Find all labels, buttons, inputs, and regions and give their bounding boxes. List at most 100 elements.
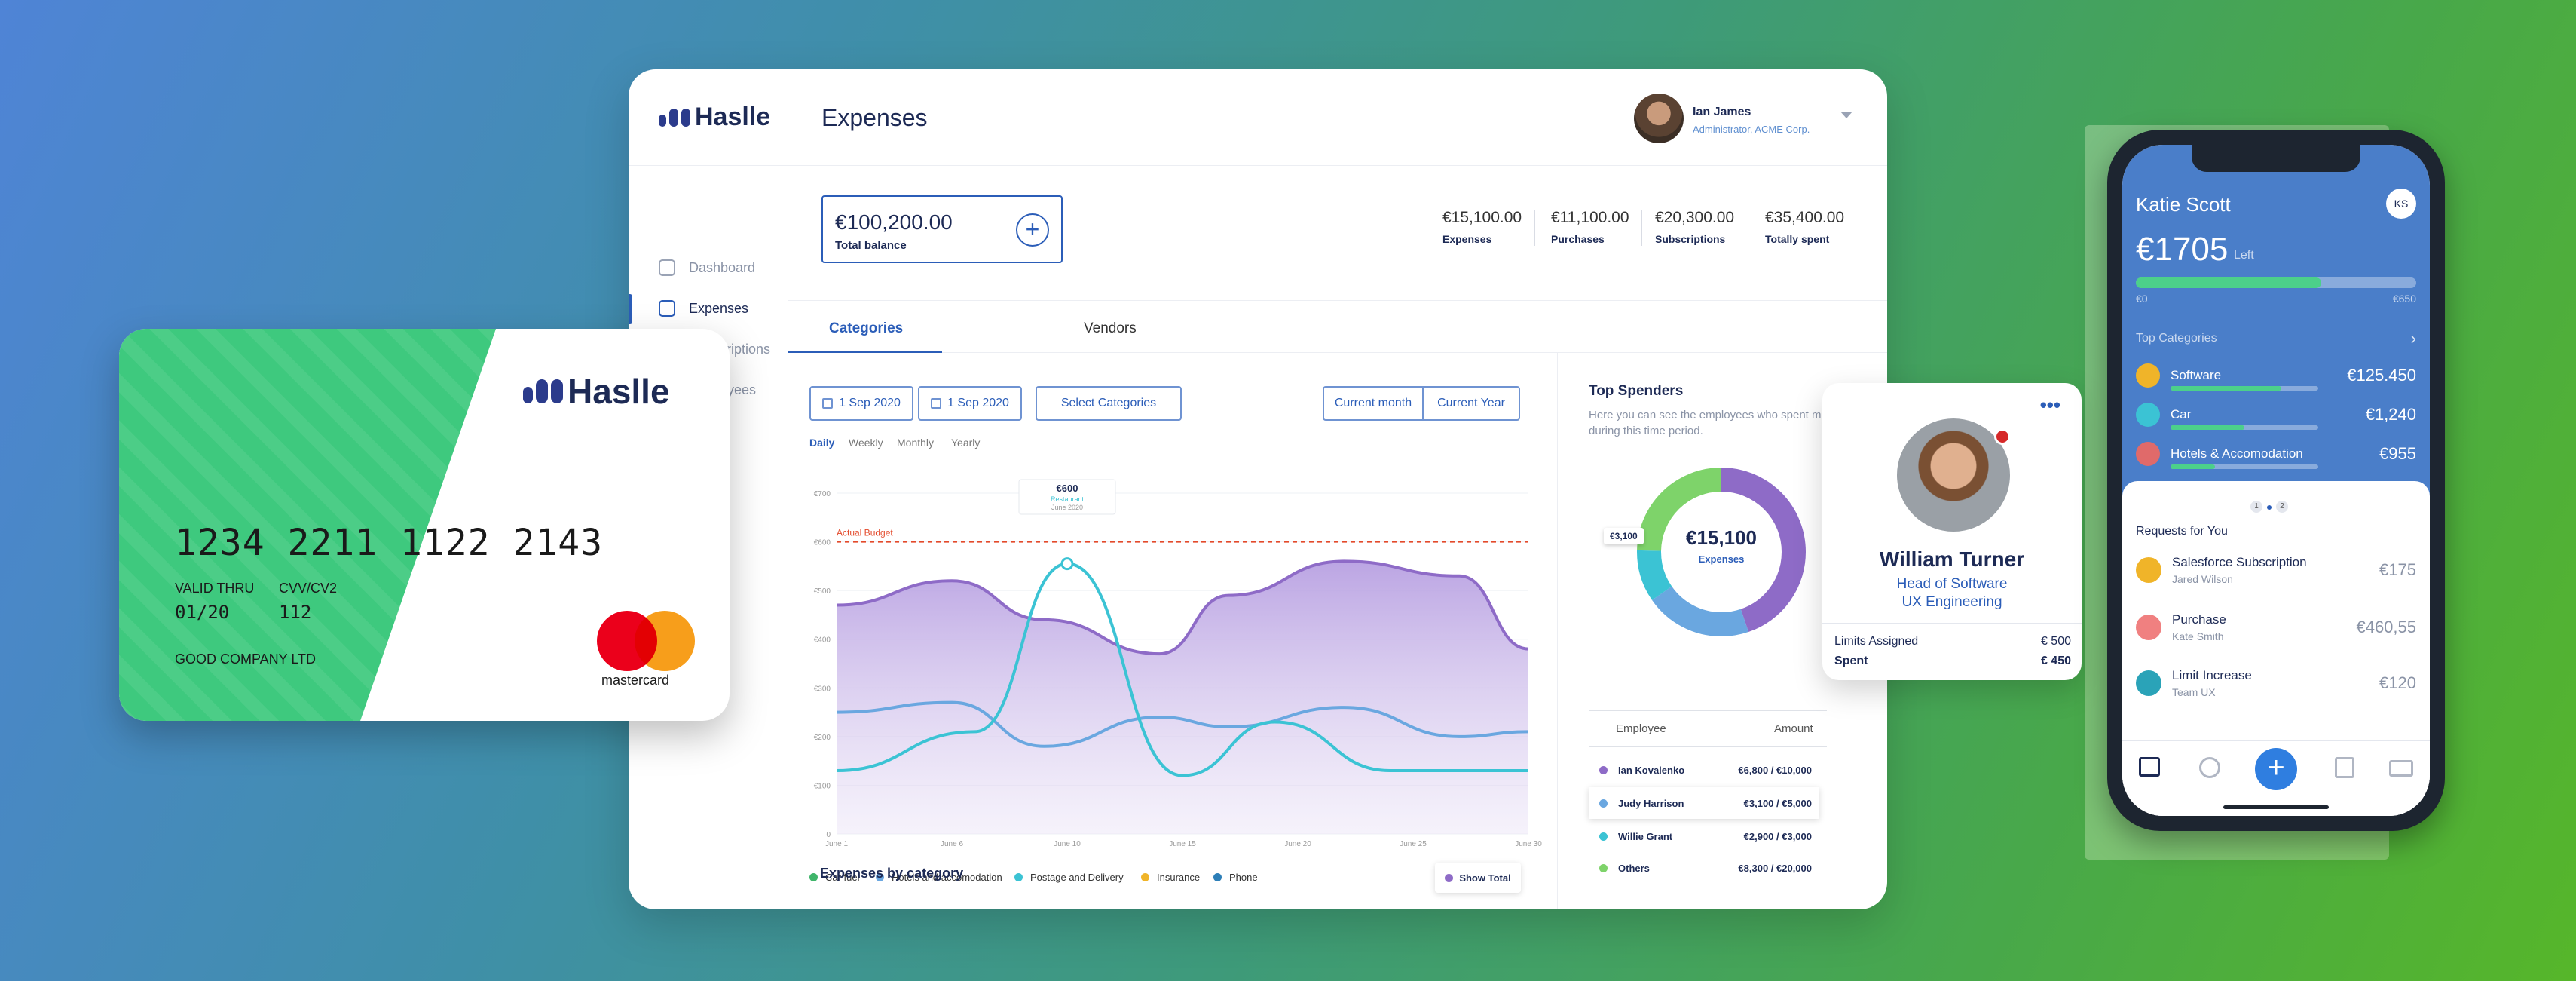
spent-value: € 450 [2040,655,2071,667]
sidebar-item-expenses[interactable]: Expenses [659,300,748,317]
left-label: Left [2234,249,2254,262]
credit-card: Haslle 1234 2211 1122 2143 VALID THRU 01… [119,329,730,721]
calendar-icon [822,398,834,409]
category-progress [2171,464,2318,469]
y-tick-label: €600 [814,539,831,547]
phone: Katie Scott KS €1705 Left €0 €650 Top Ca… [2107,130,2445,831]
expenses-by-category-title: Expenses by category [820,866,964,881]
plus-icon: + [2267,751,2285,784]
divider [1641,210,1642,246]
period-monthly[interactable]: Monthly [897,437,934,449]
add-balance-button[interactable]: + [1016,213,1049,247]
expenses-icon [659,300,675,317]
period-weekly[interactable]: Weekly [849,437,883,449]
row-dot [1599,765,1608,774]
row-dot [1599,832,1608,841]
y-tick-label: €100 [814,782,831,790]
category-car[interactable]: Car €1,240 [2136,403,2416,430]
total-balance-box: €100,200.00 Total balance + [821,195,1063,263]
spenders-donut [1637,468,1806,636]
divider [1557,353,1558,909]
status-badge [1994,428,2011,445]
cvv-value: 112 [279,602,312,623]
pager-dot[interactable]: 1 [2250,501,2262,513]
dashboard-header: Haslle Expenses Ian James Administrator,… [629,69,1887,166]
row-dot [1599,799,1608,808]
current-year-button[interactable]: Current Year [1422,386,1520,421]
chevron-down-icon[interactable] [1840,112,1852,118]
period-yearly[interactable]: Yearly [951,437,980,449]
table-row[interactable]: Others €8,300 / €20,000 [1589,852,1819,884]
category-hotels[interactable]: Hotels & Accomodation €955 [2136,442,2416,469]
page-title: Expenses [821,104,928,131]
category-software[interactable]: Software €125.450 [2136,363,2416,391]
show-total-button[interactable]: Show Total [1435,863,1521,893]
chevron-right-icon[interactable]: › [2411,329,2416,348]
top-categories-label[interactable]: Top Categories [2136,332,2217,345]
clock-icon[interactable] [2199,757,2220,778]
donut-value: €15,100 [1686,526,1757,549]
x-tick-label: June 15 [1169,840,1196,848]
request-salesforce[interactable]: Salesforce Subscription Jared Wilson €175 [2136,555,2416,585]
pager-dot[interactable] [2267,505,2272,510]
date-to-picker[interactable]: 1 Sep 2020 [918,386,1022,421]
budget-label: Actual Budget [837,528,893,538]
legend-dot [1141,873,1149,881]
select-categories-button[interactable]: Select Categories [1036,386,1182,421]
user-role: Administrator, ACME Corp. [1693,124,1810,135]
mastercard-label: mastercard [601,673,670,688]
haslle-logo[interactable]: Haslle [659,103,770,132]
limits-label: Limits Assigned [1834,635,1919,648]
home-icon[interactable] [2139,757,2160,777]
x-tick-label: June 30 [1515,840,1542,848]
tab-vendors[interactable]: Vendors [1084,320,1137,337]
legend-postage[interactable]: Postage and Delivery [1014,872,1124,883]
tooltip-value: €600 [1057,483,1078,494]
pager-dot[interactable]: 2 [2276,501,2288,513]
employee-profile-card: ••• William Turner Head of Software UX E… [1822,383,2082,680]
car-icon [2136,403,2160,427]
card-holder: GOOD COMPANY LTD [175,651,317,667]
x-tick-label: June 6 [941,840,963,848]
divider [1534,210,1535,246]
phone-screen: Katie Scott KS €1705 Left €0 €650 Top Ca… [2122,145,2430,816]
legend-phone[interactable]: Phone [1213,872,1258,883]
tab-categories[interactable]: Categories [829,320,903,337]
x-tick-label: June 20 [1284,840,1311,848]
request-limit-increase[interactable]: Limit Increase Team UX €120 [2136,668,2416,698]
y-tick-label: €200 [814,734,831,742]
mastercard-icon [635,611,695,671]
dashboard-window: Haslle Expenses Ian James Administrator,… [629,69,1887,909]
request-purchase[interactable]: Purchase Kate Smith €460,55 [2136,612,2416,642]
stat-totally-spent: €35,400.00 Totally spent [1765,209,1845,245]
balance-label: Total balance [835,239,907,252]
spent-label: Spent [1834,655,1868,667]
add-button[interactable]: + [2255,748,2297,790]
employee-role: Head of Software [1896,576,2008,592]
date-from-picker[interactable]: 1 Sep 2020 [809,386,913,421]
stat-subscriptions: €20,300.00 Subscriptions [1655,209,1735,245]
period-daily[interactable]: Daily [809,437,834,449]
more-icon[interactable]: ••• [2040,394,2060,417]
y-tick-label: 0 [826,831,831,839]
sidebar-item-dashboard[interactable]: Dashboard [659,259,755,276]
avatar[interactable] [1634,94,1684,143]
table-row[interactable]: Judy Harrison €3,100 / €5,000 [1589,787,1819,819]
valid-thru-label: VALID THRU [175,581,255,596]
series-area [837,561,1528,834]
legend-insurance[interactable]: Insurance [1141,872,1200,883]
table-row[interactable]: Ian Kovalenko €6,800 / €10,000 [1589,754,1819,786]
employee-team: UX Engineering [1901,594,2002,610]
card-icon[interactable] [2389,760,2413,777]
current-month-button[interactable]: Current month [1323,386,1424,421]
hotel-icon [2136,442,2160,466]
phone-user-name: Katie Scott [2136,193,2231,216]
avatar[interactable]: KS [2386,189,2416,219]
donut-callout: €3,100 [1604,528,1644,544]
document-icon[interactable] [2335,757,2354,778]
table-row[interactable]: Willie Grant €2,900 / €3,000 [1589,820,1819,852]
balance-value: €100,200.00 [835,210,953,234]
calendar-icon [931,398,942,409]
subscription-icon [2136,557,2161,583]
employee-name: William Turner [1879,547,2025,571]
